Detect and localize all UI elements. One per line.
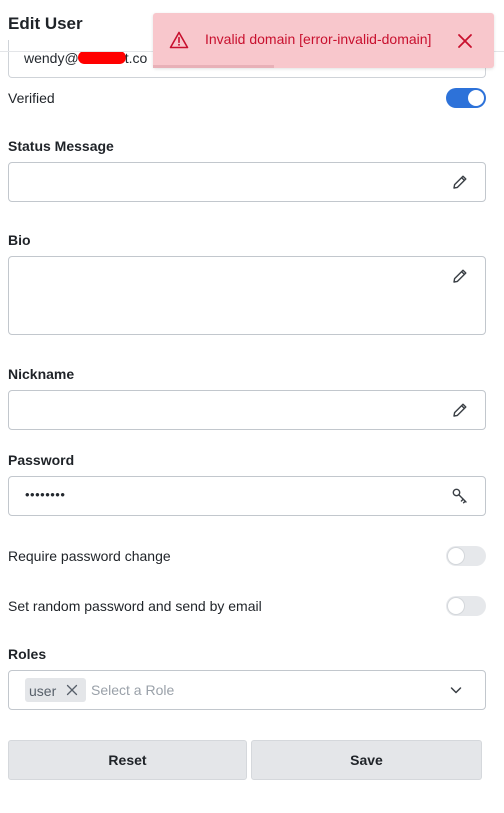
pencil-icon xyxy=(453,269,467,283)
password-label: Password xyxy=(8,452,75,468)
password-input[interactable]: •••••••• xyxy=(8,476,486,516)
roles-label: Roles xyxy=(8,646,47,662)
warning-triangle-icon xyxy=(169,31,189,49)
pencil-icon xyxy=(453,175,467,189)
error-toast: Invalid domain [error-invalid-domain] xyxy=(153,13,494,68)
toggle-knob xyxy=(448,548,464,564)
password-value: •••••••• xyxy=(25,487,66,502)
close-icon[interactable] xyxy=(456,32,474,50)
email-prefix: wendy@ xyxy=(24,50,79,66)
toggle-knob xyxy=(448,598,464,614)
bio-textarea[interactable] xyxy=(8,256,486,335)
verified-toggle[interactable] xyxy=(446,88,486,108)
require-password-change-toggle[interactable] xyxy=(446,546,486,566)
roles-placeholder: Select a Role xyxy=(91,682,175,698)
pencil-icon xyxy=(453,403,467,417)
redaction-mark xyxy=(77,51,126,64)
status-message-label: Status Message xyxy=(8,138,114,154)
page-title: Edit User xyxy=(8,14,83,33)
email-value: wendy@ t.co xyxy=(24,50,147,66)
bio-label: Bio xyxy=(8,232,31,248)
role-chip-label: user xyxy=(29,683,57,699)
roles-select[interactable]: user Select a Role xyxy=(8,670,486,710)
chevron-down-icon[interactable] xyxy=(449,683,463,697)
nickname-input[interactable] xyxy=(8,390,486,430)
role-chip-user: user xyxy=(25,678,86,702)
random-password-label: Set random password and send by email xyxy=(8,598,262,614)
close-icon[interactable] xyxy=(66,684,78,696)
status-message-input[interactable] xyxy=(8,162,486,202)
email-suffix: t.co xyxy=(124,50,148,66)
reset-button[interactable]: Reset xyxy=(8,740,247,780)
verified-label: Verified xyxy=(8,90,55,106)
random-password-toggle[interactable] xyxy=(446,596,486,616)
toast-progress-bar xyxy=(153,65,274,68)
save-button[interactable]: Save xyxy=(251,740,482,780)
nickname-label: Nickname xyxy=(8,366,75,382)
key-icon xyxy=(452,488,467,504)
require-password-change-label: Require password change xyxy=(8,548,171,564)
toggle-knob xyxy=(468,90,484,106)
toast-message: Invalid domain [error-invalid-domain] xyxy=(205,31,432,47)
